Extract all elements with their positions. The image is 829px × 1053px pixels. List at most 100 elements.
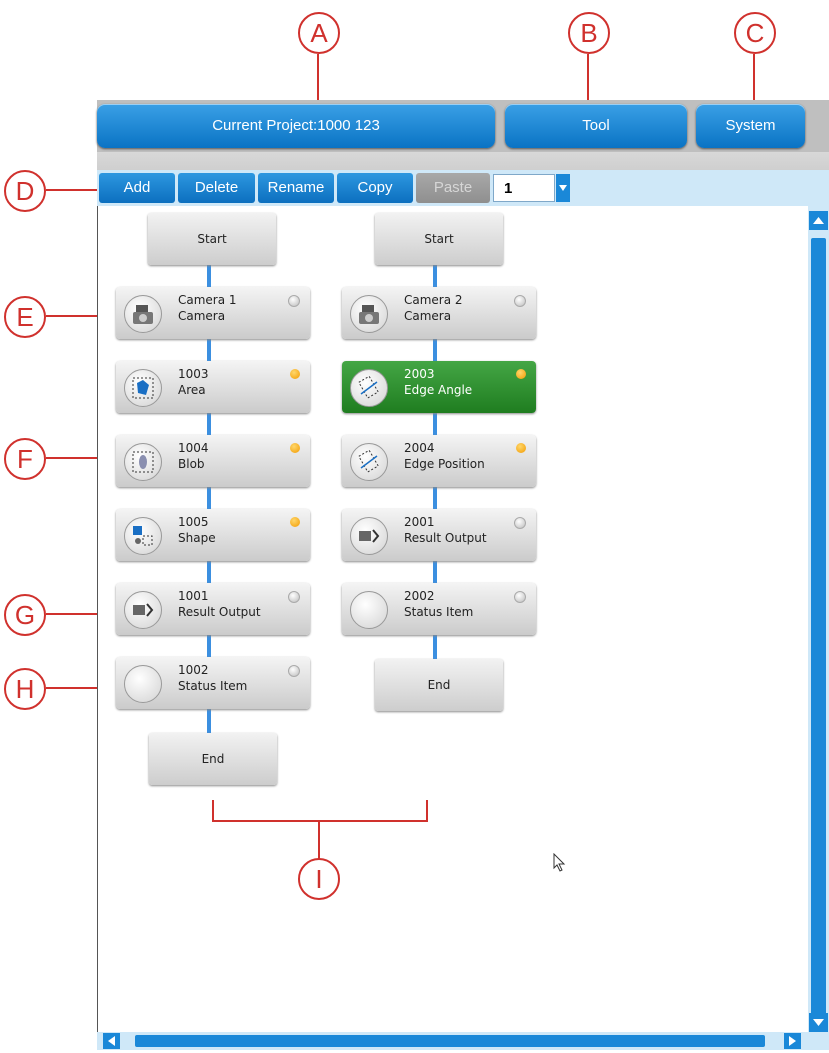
- status-led: [290, 517, 300, 527]
- flow1-connector: [207, 635, 211, 657]
- node-type: Camera: [178, 309, 226, 323]
- node-id: 1004: [178, 441, 209, 455]
- flow1-end[interactable]: End: [149, 733, 277, 785]
- rename-button[interactable]: Rename: [258, 173, 334, 203]
- flow2-start[interactable]: Start: [375, 213, 503, 265]
- flow-number-select[interactable]: 1: [493, 174, 555, 202]
- vertical-scroll-thumb[interactable]: [811, 238, 826, 1018]
- flow2-connector: [433, 487, 437, 509]
- status-led: [514, 517, 526, 529]
- copy-button[interactable]: Copy: [337, 173, 413, 203]
- scroll-up-icon[interactable]: [809, 211, 828, 230]
- flow2-connector: [433, 413, 437, 435]
- flow1-node-camera[interactable]: Camera 1 Camera: [116, 287, 310, 339]
- tool-button[interactable]: Tool: [505, 104, 687, 148]
- flow1-start[interactable]: Start: [148, 213, 276, 265]
- flow1-node-result-output[interactable]: 1001 Result Output: [116, 583, 310, 635]
- callout-i-line: [318, 822, 320, 860]
- callout-i: I: [298, 858, 340, 900]
- flow1-node-status-item[interactable]: 1002 Status Item: [116, 657, 310, 709]
- callout-c: C: [734, 12, 776, 54]
- chevron-down-icon[interactable]: [556, 174, 570, 202]
- result-output-icon: [350, 517, 388, 555]
- callout-b: B: [568, 12, 610, 54]
- node-id: 1005: [178, 515, 209, 529]
- node-type: Shape: [178, 531, 216, 545]
- camera-icon: [124, 295, 162, 333]
- flow2-node-camera[interactable]: Camera 2 Camera: [342, 287, 536, 339]
- status-led: [514, 295, 526, 307]
- flow1-connector: [207, 339, 211, 361]
- status-led: [290, 443, 300, 453]
- node-id: 1002: [178, 663, 209, 677]
- callout-c-line: [753, 54, 755, 102]
- status-led: [288, 591, 300, 603]
- system-button[interactable]: System: [696, 104, 805, 148]
- delete-button[interactable]: Delete: [178, 173, 255, 203]
- callout-h: H: [4, 668, 46, 710]
- node-id: Camera 2: [404, 293, 463, 307]
- node-id: 2002: [404, 589, 435, 603]
- flow2-connector: [433, 339, 437, 361]
- area-icon: [124, 369, 162, 407]
- node-id: 2003: [404, 367, 435, 381]
- header-separator: [97, 152, 829, 170]
- camera-icon: [350, 295, 388, 333]
- node-type: Result Output: [178, 605, 261, 619]
- status-led: [516, 369, 526, 379]
- callout-b-line: [587, 54, 589, 102]
- status-item-icon: [350, 591, 388, 629]
- current-project-button[interactable]: Current Project:1000 123: [97, 104, 495, 148]
- flow2-end[interactable]: End: [375, 659, 503, 711]
- callout-d-line: [46, 189, 98, 191]
- flow2-connector: [433, 561, 437, 583]
- node-id: 1003: [178, 367, 209, 381]
- flow1-node-area[interactable]: 1003 Area: [116, 361, 310, 413]
- node-type: Status Item: [404, 605, 474, 619]
- flow2-node-result-output[interactable]: 2001 Result Output: [342, 509, 536, 561]
- flow1-node-shape[interactable]: 1005 Shape: [116, 509, 310, 561]
- paste-button[interactable]: Paste: [416, 173, 490, 203]
- flow2-node-status-item[interactable]: 2002 Status Item: [342, 583, 536, 635]
- callout-e: E: [4, 296, 46, 338]
- flow2-connector: [433, 265, 437, 287]
- node-id: 1001: [178, 589, 209, 603]
- edge-angle-icon: [350, 369, 388, 407]
- node-type: Camera: [404, 309, 452, 323]
- node-id: Camera 1: [178, 293, 237, 307]
- flow1-connector: [207, 487, 211, 509]
- result-output-icon: [124, 591, 162, 629]
- node-type: Edge Angle: [404, 383, 473, 397]
- scroll-down-icon[interactable]: [809, 1013, 828, 1032]
- callout-g: G: [4, 594, 46, 636]
- status-led: [514, 591, 526, 603]
- flow1-connector: [207, 413, 211, 435]
- status-led: [290, 369, 300, 379]
- status-led: [288, 665, 300, 677]
- add-button[interactable]: Add: [99, 173, 175, 203]
- status-item-icon: [124, 665, 162, 703]
- flow1-node-blob[interactable]: 1004 Blob: [116, 435, 310, 487]
- callout-f-line: [46, 457, 100, 459]
- callout-d: D: [4, 170, 46, 212]
- node-type: Area: [178, 383, 206, 397]
- callout-i-bracket: [212, 800, 428, 822]
- cursor-icon: [553, 853, 566, 872]
- flow2-node-edge-angle[interactable]: 2003 Edge Angle: [342, 361, 536, 413]
- flow1-connector: [207, 265, 211, 287]
- flow1-connector: [207, 561, 211, 583]
- node-type: Status Item: [178, 679, 248, 693]
- scroll-left-icon[interactable]: [103, 1033, 120, 1049]
- flow2-node-edge-position[interactable]: 2004 Edge Position: [342, 435, 536, 487]
- edge-position-icon: [350, 443, 388, 481]
- status-led: [288, 295, 300, 307]
- node-type: Blob: [178, 457, 205, 471]
- horizontal-scroll-thumb[interactable]: [135, 1035, 765, 1047]
- callout-a: A: [298, 12, 340, 54]
- flow1-connector: [207, 709, 211, 733]
- scroll-right-icon[interactable]: [784, 1033, 801, 1049]
- status-led: [516, 443, 526, 453]
- node-id: 2001: [404, 515, 435, 529]
- node-id: 2004: [404, 441, 435, 455]
- shape-icon: [124, 517, 162, 555]
